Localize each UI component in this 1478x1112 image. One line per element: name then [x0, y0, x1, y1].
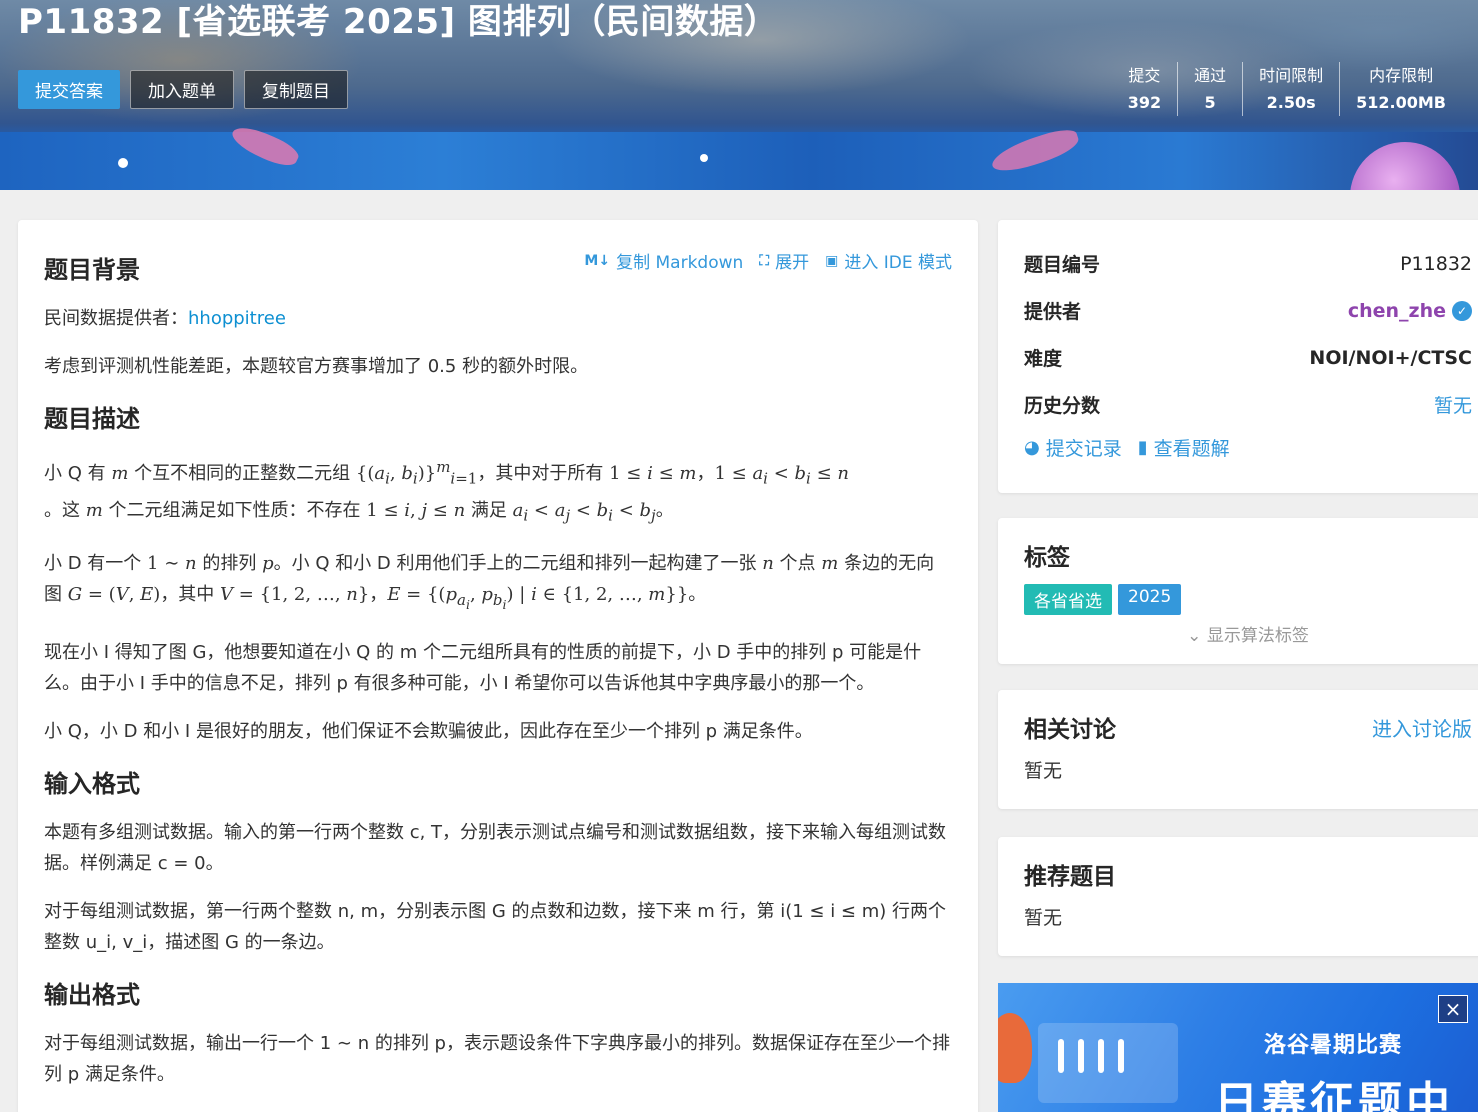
- copy-problem-button[interactable]: 复制题目: [244, 70, 348, 109]
- chart-bars-icon: [1038, 1023, 1178, 1103]
- description-paragraph-4: 小 Q，小 D 和小 I 是很好的朋友，他们保证不会欺骗彼此，因此存在至少一个排…: [44, 720, 813, 742]
- promo-banner[interactable]: 洛谷暑期比赛 日赛征题中 ×: [998, 983, 1478, 1112]
- rocket-icon: [998, 1013, 1032, 1083]
- view-solutions-link[interactable]: ▮ 查看题解: [1138, 434, 1230, 461]
- problem-statement-card: M↓ 复制 Markdown ⛶ 展开 ▣ 进入 IDE 模式 题目背景 民间数…: [18, 220, 978, 1112]
- output-paragraph-1: 对于每组测试数据，输出一行一个 1 ∼ n 的排列 p，表示题设条件下字典序最小…: [44, 1032, 950, 1085]
- submission-records-link[interactable]: ◕ 提交记录: [1024, 434, 1122, 461]
- recommended-problems-card: 推荐题目 暂无: [998, 837, 1478, 956]
- section-title-output: 输出格式: [44, 980, 140, 1009]
- problem-info-card: 题目编号 P11832 提供者 chen_zhe ✓ 难度 NOI/NOI+/C…: [998, 220, 1478, 493]
- description-paragraph-1: 小 Q 有 m 个互不相同的正整数二元组 {(ai, bi)}mi=1，其中对于…: [44, 458, 849, 525]
- markdown-icon: M↓: [584, 252, 611, 269]
- info-row-problem-id: 题目编号 P11832: [1024, 252, 1472, 277]
- expand-icon: ⛶: [759, 252, 770, 269]
- statement-toolbar: M↓ 复制 Markdown ⛶ 展开 ▣ 进入 IDE 模式: [584, 248, 952, 274]
- copy-markdown-button[interactable]: M↓ 复制 Markdown: [584, 248, 743, 274]
- submit-answer-button[interactable]: 提交答案: [18, 70, 120, 109]
- tag-list: 各省省选 2025: [1024, 584, 1472, 615]
- page-title: P11832 [省选联考 2025] 图排列（民间数据）: [18, 2, 779, 42]
- tags-card: 标签 各省省选 2025 ⌄ 显示算法标签: [998, 518, 1478, 664]
- input-paragraph-1: 本题有多组测试数据。输入的第一行两个整数 c, T，分别表示测试点编号和测试数据…: [44, 821, 947, 874]
- book-icon: ▮: [1137, 437, 1148, 458]
- info-row-history-score: 历史分数 暂无: [1024, 395, 1472, 417]
- enter-discussion-link[interactable]: 进入讨论版: [1372, 713, 1472, 742]
- stat-submissions: 提交 392: [1127, 66, 1162, 112]
- data-provider-line: 民间数据提供者：hhoppitree: [44, 308, 286, 329]
- show-algorithm-tags-toggle[interactable]: ⌄ 显示算法标签: [1024, 621, 1472, 646]
- close-icon[interactable]: ×: [1438, 995, 1468, 1023]
- stat-accepted: 通过 5: [1177, 62, 1242, 116]
- description-paragraph-2: 小 D 有一个 1 ∼ n 的排列 p。小 Q 和小 D 利用他们手上的二元组和…: [44, 553, 935, 612]
- add-to-list-button[interactable]: 加入题单: [130, 70, 234, 109]
- stat-memory-limit: 内存限制 512.00MB: [1339, 62, 1462, 116]
- recommended-title: 推荐题目: [1024, 864, 1116, 890]
- tag-province-selection[interactable]: 各省省选: [1024, 584, 1112, 615]
- verified-badge-icon: ✓: [1452, 300, 1472, 321]
- terminal-icon: ▣: [825, 252, 839, 269]
- promo-line-1: 洛谷暑期比赛: [1264, 1033, 1403, 1058]
- banner-artwork: [0, 120, 1478, 190]
- input-paragraph-2: 对于每组测试数据，第一行两个整数 n, m，分别表示图 G 的点数和边数，接下来…: [44, 900, 946, 953]
- pie-chart-icon: ◕: [1024, 437, 1040, 458]
- chevron-down-icon: ⌄: [1187, 626, 1202, 646]
- problem-stats: 提交 392 通过 5 时间限制 2.50s 内存限制 512.00MB: [1112, 62, 1462, 116]
- recommended-empty: 暂无: [1024, 907, 1063, 929]
- expand-button[interactable]: ⛶ 展开: [759, 248, 809, 274]
- tags-title: 标签: [1024, 545, 1070, 571]
- info-row-difficulty: 难度 NOI/NOI+/CTSC: [1024, 346, 1472, 371]
- related-discussion-card: 相关讨论 进入讨论版 暂无: [998, 690, 1478, 809]
- stat-time-limit: 时间限制 2.50s: [1242, 62, 1339, 116]
- info-row-provider: 提供者 chen_zhe ✓: [1024, 287, 1472, 334]
- problem-header-banner: P11832 [省选联考 2025] 图排列（民间数据） 提交答案 加入题单 复…: [0, 0, 1478, 190]
- provider-user-link[interactable]: hhoppitree: [188, 308, 286, 329]
- header-actions: 提交答案 加入题单 复制题目: [18, 70, 348, 109]
- section-title-input: 输入格式: [44, 769, 140, 798]
- discussion-empty: 暂无: [1024, 760, 1063, 782]
- section-title-description: 题目描述: [44, 405, 140, 433]
- discussion-title: 相关讨论: [1024, 717, 1116, 743]
- tag-year[interactable]: 2025: [1118, 584, 1182, 615]
- ide-mode-button[interactable]: ▣ 进入 IDE 模式: [825, 248, 952, 274]
- promo-line-2: 日赛征题中: [1214, 1078, 1454, 1112]
- provider-link[interactable]: chen_zhe ✓: [1348, 300, 1472, 322]
- info-links: ◕ 提交记录 ▮ 查看题解: [1024, 434, 1472, 461]
- description-paragraph-3: 现在小 I 得知了图 G，他想要知道在小 Q 的 m 个二元组所具有的性质的前提…: [44, 641, 922, 694]
- extra-time-note: 考虑到评测机性能差距，本题较官方赛事增加了 0.5 秒的额外时限。: [44, 356, 589, 377]
